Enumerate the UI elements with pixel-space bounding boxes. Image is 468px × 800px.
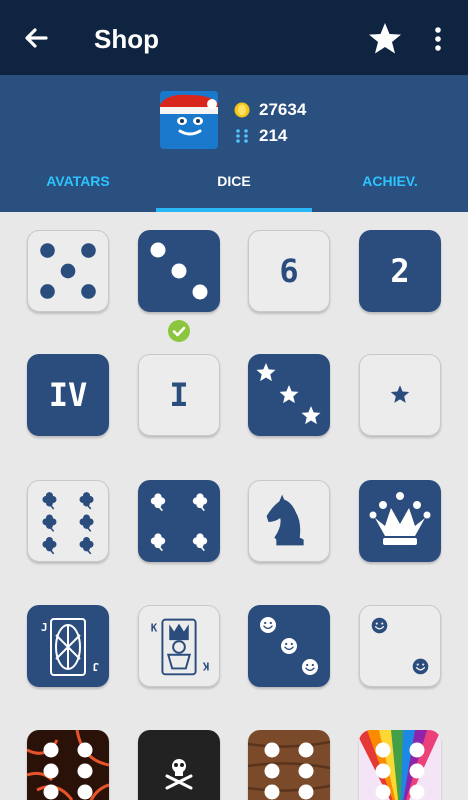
- selected-check-icon: [168, 320, 190, 342]
- dice-face-label: 2: [390, 252, 410, 290]
- shop-header: 27634 214 AVATARS DICE ACHIEV.: [0, 75, 468, 212]
- dice-face-card-king: KK: [151, 618, 209, 676]
- dice-face-chess-queen: [369, 492, 431, 545]
- coins-count: 27634: [259, 100, 307, 119]
- dice-item-pips-3[interactable]: [138, 230, 220, 312]
- dice-item-card-jack[interactable]: JJ: [27, 605, 109, 687]
- dice-face-pips-3: [150, 242, 208, 300]
- dice-item-clovers-6[interactable]: [27, 480, 109, 562]
- dice-item-chess-knight[interactable]: [248, 480, 330, 562]
- star-icon[interactable]: [366, 20, 404, 58]
- dice-item-pips-6[interactable]: [27, 730, 109, 800]
- dice-face-smileys-3: [260, 617, 318, 675]
- dice-item-number[interactable]: 2: [359, 230, 441, 312]
- dice-face-clovers-4: [150, 493, 208, 552]
- dice-face-pips-6: [27, 730, 109, 800]
- dice-item-number[interactable]: 6: [248, 230, 330, 312]
- svg-text:K: K: [202, 660, 209, 673]
- more-vertical-icon[interactable]: [428, 24, 448, 54]
- coin-icon: [234, 102, 250, 118]
- dice-item-star-1[interactable]: [359, 354, 441, 436]
- dice-item-skull[interactable]: [138, 730, 220, 800]
- dice-row: 214: [234, 123, 306, 149]
- dice-item-pips-5[interactable]: [27, 230, 109, 312]
- dice-face-pips-6: [359, 730, 441, 800]
- svg-text:J: J: [41, 621, 48, 634]
- dice-face-clovers-6: [42, 492, 94, 555]
- dice-face-card-jack: JJ: [41, 618, 99, 676]
- dice-face-label: 6: [279, 252, 299, 290]
- svg-text:K: K: [151, 621, 158, 634]
- dice-icon: [234, 128, 250, 144]
- dice-face-label: IV: [48, 376, 88, 414]
- dice-item-card-king[interactable]: KK: [138, 605, 220, 687]
- dice-item-roman[interactable]: IV: [27, 354, 109, 436]
- dice-face-pips-6: [248, 730, 330, 800]
- dice-face-label: I: [169, 376, 189, 414]
- dice-grid: 6 2 IV I J J K K: [0, 212, 468, 800]
- svg-text:J: J: [92, 660, 99, 673]
- dice-item-stars-3[interactable]: [248, 354, 330, 436]
- dice-count: 214: [259, 126, 288, 145]
- dice-item-smileys-2[interactable]: [359, 605, 441, 687]
- dice-face-chess-knight: [266, 494, 304, 546]
- tab-achievements[interactable]: ACHIEV.: [312, 171, 468, 212]
- tab-bar: AVATARS DICE ACHIEV.: [0, 171, 468, 212]
- avatar: [160, 91, 218, 149]
- dice-item-roman[interactable]: I: [138, 354, 220, 436]
- app-toolbar: Shop: [0, 0, 468, 75]
- page-title: Shop: [94, 24, 159, 54]
- arrow-left-icon[interactable]: [20, 22, 52, 54]
- dice-item-chess-queen[interactable]: [359, 480, 441, 562]
- coins-row: 27634: [234, 97, 306, 123]
- tab-dice[interactable]: DICE: [156, 171, 312, 212]
- dice-face-star-1: [390, 385, 410, 403]
- dice-face-pips-5: [40, 243, 96, 299]
- dice-item-clovers-4[interactable]: [138, 480, 220, 562]
- dice-face-stars-3: [256, 363, 321, 425]
- dice-face-smileys-2: [371, 617, 429, 675]
- dice-item-pips-6[interactable]: [359, 730, 441, 800]
- dice-item-smileys-3[interactable]: [248, 605, 330, 687]
- tab-avatars[interactable]: AVATARS: [0, 171, 156, 212]
- player-stats: 27634 214: [234, 97, 306, 149]
- dice-face-skull: [138, 730, 220, 800]
- dice-item-pips-6[interactable]: [248, 730, 330, 800]
